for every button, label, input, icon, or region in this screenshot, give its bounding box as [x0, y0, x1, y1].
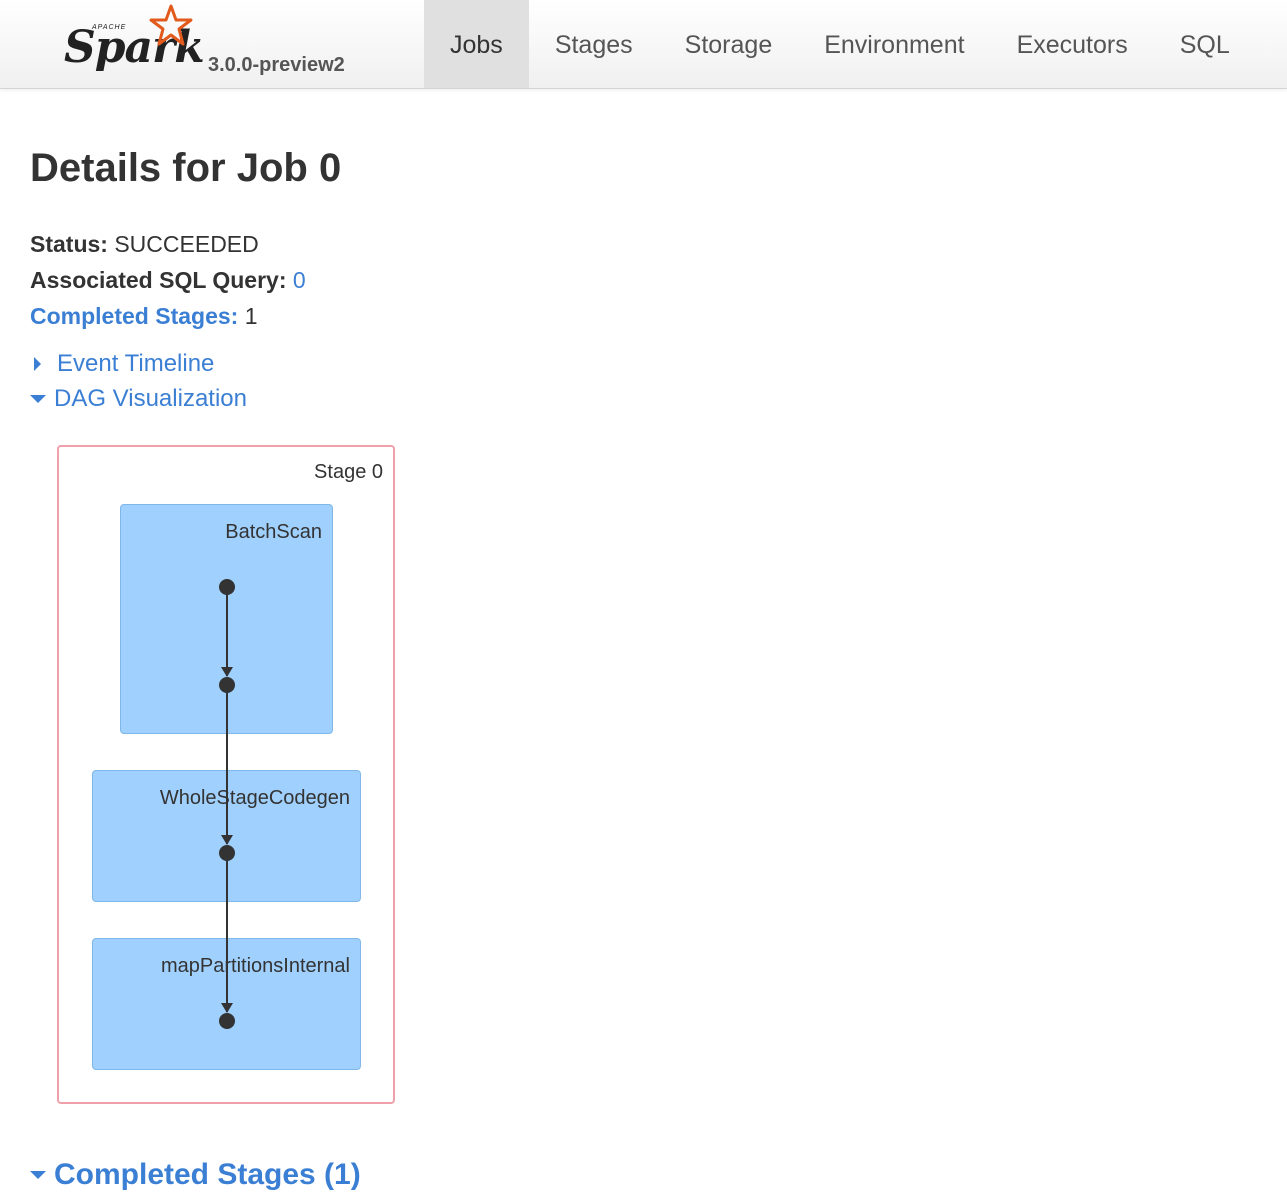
- tab-storage[interactable]: Storage: [659, 0, 799, 88]
- cluster-label: BatchScan: [225, 521, 322, 543]
- caret-down-icon: [30, 1171, 46, 1179]
- stage-label: Stage 0: [314, 461, 383, 483]
- completed-stages-count: 1: [244, 303, 258, 329]
- caret-right-icon: [34, 357, 41, 371]
- caret-down-icon: [30, 395, 46, 403]
- status-value: SUCCEEDED: [114, 231, 259, 257]
- status-row: Status: SUCCEEDED: [30, 226, 306, 262]
- dag-cluster-wholestagecodegen[interactable]: WholeStageCodegen: [92, 770, 361, 902]
- sql-query-link[interactable]: 0: [293, 267, 306, 293]
- status-label: Status:: [30, 231, 108, 257]
- page-title: Details for Job 0: [30, 146, 342, 190]
- tab-jobs[interactable]: Jobs: [424, 0, 529, 88]
- completed-stages-section-title: Completed Stages (1): [54, 1158, 361, 1191]
- event-timeline-label: Event Timeline: [57, 350, 215, 377]
- cluster-label: mapPartitionsInternal: [161, 955, 350, 977]
- star-icon: [149, 4, 193, 46]
- dag-cluster-batchscan[interactable]: BatchScan: [120, 504, 333, 734]
- sql-query-label: Associated SQL Query:: [30, 267, 287, 293]
- job-summary: Status: SUCCEEDED Associated SQL Query: …: [30, 226, 306, 334]
- top-navbar: APACHE Spark 3.0.0-preview2 Jobs Stages …: [0, 0, 1287, 89]
- tab-stages[interactable]: Stages: [529, 0, 659, 88]
- dag-visualization-toggle[interactable]: DAG Visualization: [30, 385, 247, 413]
- dag-visualization-label: DAG Visualization: [54, 385, 247, 412]
- version-label: 3.0.0-preview2: [208, 54, 345, 76]
- tab-executors[interactable]: Executors: [991, 0, 1154, 88]
- completed-stages-section-toggle[interactable]: Completed Stages (1): [30, 1158, 361, 1192]
- completed-stages-row: Completed Stages: 1: [30, 298, 306, 334]
- cluster-label: WholeStageCodegen: [159, 787, 350, 809]
- tab-sql[interactable]: SQL: [1154, 0, 1256, 88]
- tab-environment[interactable]: Environment: [798, 0, 990, 88]
- event-timeline-toggle[interactable]: Event Timeline: [30, 350, 214, 378]
- spark-logo[interactable]: APACHE Spark 3.0.0-preview2: [60, 4, 360, 84]
- sql-query-row: Associated SQL Query: 0: [30, 262, 306, 298]
- completed-stages-link[interactable]: Completed Stages:: [30, 303, 238, 329]
- dag-cluster-mappartitionsinternal[interactable]: mapPartitionsInternal: [92, 938, 361, 1070]
- nav-tabs: Jobs Stages Storage Environment Executor…: [424, 0, 1256, 88]
